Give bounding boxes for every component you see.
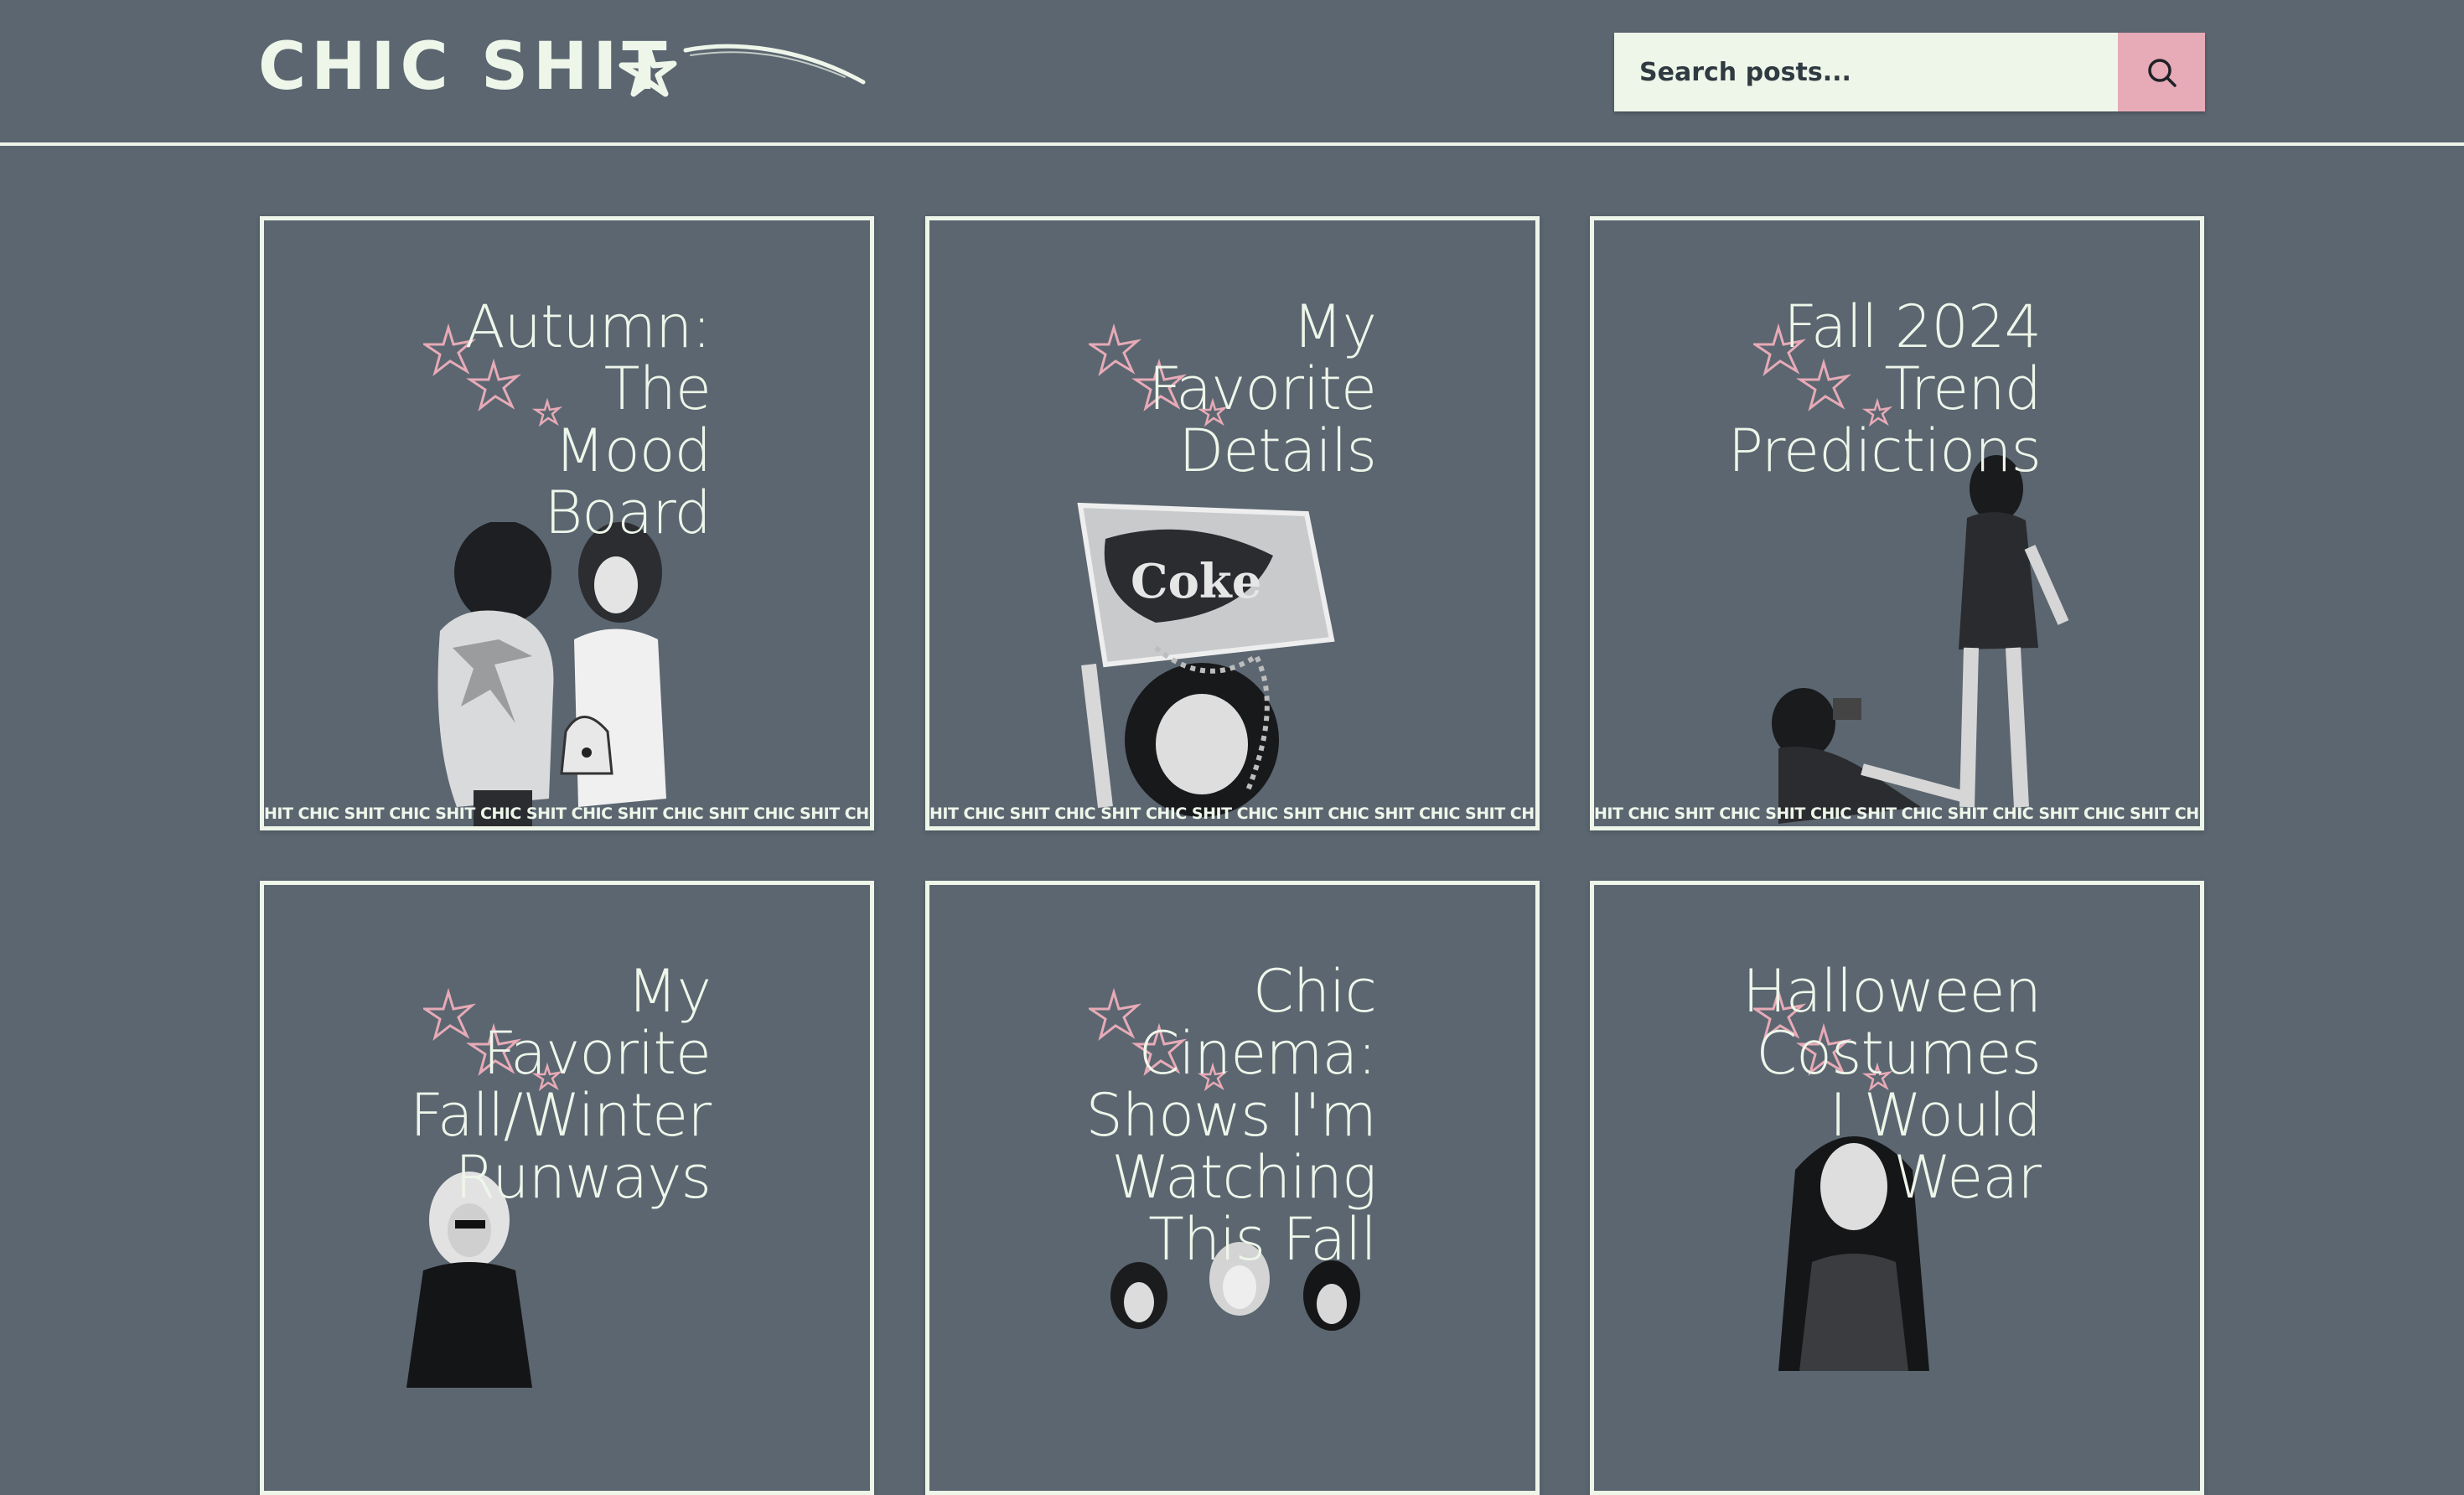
post-card[interactable]: Fall 2024 Trend Predictions HIT CHIC SHI…	[1590, 216, 2204, 830]
post-card[interactable]: Halloween Costumes I Would Wear	[1590, 881, 2204, 1495]
search-button[interactable]	[2118, 33, 2205, 111]
marquee-ticker: HIT CHIC SHIT CHIC SHIT CHIC SHIT CHIC S…	[1594, 804, 2200, 823]
post-title[interactable]: Chic Cinema: Shows I'm Watching This Fal…	[1016, 960, 1377, 1270]
post-title[interactable]: My Favorite Fall/Winter Runways	[350, 960, 712, 1208]
post-image-fashion-photo	[1772, 455, 2069, 824]
post-card[interactable]: My Favorite Fall/Winter Runways	[260, 881, 874, 1495]
marquee-ticker: HIT CHIC SHIT CHIC SHIT CHIC SHIT CHIC S…	[264, 804, 870, 823]
shooting-star-icon	[619, 44, 866, 97]
post-card[interactable]: Chic Cinema: Shows I'm Watching This Fal…	[925, 881, 1540, 1495]
post-title[interactable]: Fall 2024 Trend Predictions	[1680, 296, 2042, 482]
post-image-friends	[437, 522, 666, 826]
search-icon	[2148, 59, 2177, 87]
post-title[interactable]: Halloween Costumes I Would Wear	[1680, 960, 2042, 1208]
post-card[interactable]: Coke My Favorite Details HIT CHIC SHIT C…	[925, 216, 1540, 830]
search-input[interactable]	[1614, 33, 2118, 111]
site-header: CHIC SHIT	[0, 0, 2464, 146]
post-card[interactable]: Autumn: The Mood Board HIT CHIC SHIT CHI…	[260, 216, 874, 830]
marquee-ticker: HIT CHIC SHIT CHIC SHIT CHIC SHIT CHIC S…	[929, 804, 1535, 823]
post-title[interactable]: My Favorite Details	[1016, 296, 1377, 482]
post-title[interactable]: Autumn: The Mood Board	[350, 296, 712, 544]
post-image-diet-coke: Coke	[1077, 502, 1335, 817]
search-bar	[1614, 33, 2205, 111]
svg-text:Coke: Coke	[1131, 554, 1261, 609]
